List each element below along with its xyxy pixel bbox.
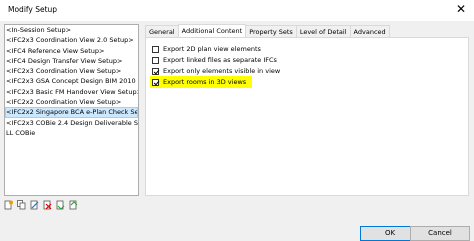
option-row[interactable]: Export linked files as separate IFCs <box>152 55 277 65</box>
checkbox-checked[interactable] <box>152 67 159 75</box>
checkbox-checked[interactable] <box>152 78 159 86</box>
cancel-button[interactable]: Cancel <box>410 226 470 241</box>
option-label: Export only elements visible in view <box>163 67 281 75</box>
tab-level-of-detail[interactable]: Level of Detail <box>295 25 351 37</box>
setup-list-item[interactable]: <IFC2x3 Coordination View Setup> <box>5 66 138 76</box>
tab-additional-content[interactable]: Additional Content <box>177 24 247 37</box>
option-row[interactable]: Export rooms in 3D views <box>150 76 253 88</box>
checkbox-unchecked[interactable] <box>152 45 159 53</box>
option-label: Export linked files as separate IFCs <box>163 56 277 64</box>
setup-list-item[interactable]: <IFC2x3 COBie 2.4 Design Deliverable Set… <box>5 118 138 128</box>
setup-list-item[interactable]: <IFC2x3 Coordination View 2.0 Setup> <box>5 35 138 45</box>
new-setup-icon[interactable] <box>4 200 13 210</box>
option-row[interactable]: Export only elements visible in view <box>152 66 280 76</box>
additional-content-panel: Export 2D plan view elements Export linke… <box>145 37 469 196</box>
option-row[interactable]: Export 2D plan view elements <box>152 44 261 54</box>
window-title: Modify Setup <box>8 5 58 14</box>
option-label: Export rooms in 3D views <box>163 78 247 86</box>
setup-list-item[interactable]: LL COBie <box>5 128 138 138</box>
title-bar: Modify Setup ✕ <box>0 0 474 21</box>
delete-setup-icon[interactable] <box>43 200 52 210</box>
setup-list-item[interactable]: <IFC2x2 Coordination View Setup> <box>5 97 138 107</box>
setup-list-item[interactable]: <IFC2x2 Singapore BCA e-Plan Check Setup… <box>5 107 138 118</box>
setup-list-item[interactable]: <In-Session Setup> <box>5 25 138 35</box>
setup-list-item[interactable]: <IFC2x3 GSA Concept Design BIM 2010 Setu… <box>5 76 138 86</box>
rename-setup-icon[interactable] <box>30 200 39 210</box>
setup-actions-toolbar <box>4 200 78 210</box>
export-setup-icon[interactable] <box>69 200 78 210</box>
setup-list-item[interactable]: <IFC4 Reference View Setup> <box>5 46 138 56</box>
option-label: Export 2D plan view elements <box>163 45 261 53</box>
tab-property-sets[interactable]: Property Sets <box>245 25 297 37</box>
checkbox-unchecked[interactable] <box>152 56 159 64</box>
tab-general[interactable]: General <box>145 25 179 37</box>
tab-advanced[interactable]: Advanced <box>349 25 390 37</box>
setup-list-item[interactable]: <IFC4 Design Transfer View Setup> <box>5 56 138 66</box>
import-setup-icon[interactable] <box>56 200 65 210</box>
setup-list[interactable]: <In-Session Setup> <IFC2x3 Coordination V… <box>4 24 139 196</box>
duplicate-setup-icon[interactable] <box>17 200 26 210</box>
close-icon[interactable]: ✕ <box>456 2 466 16</box>
setup-list-item[interactable]: <IFC2x3 Basic FM Handover View Setup> <box>5 87 138 97</box>
